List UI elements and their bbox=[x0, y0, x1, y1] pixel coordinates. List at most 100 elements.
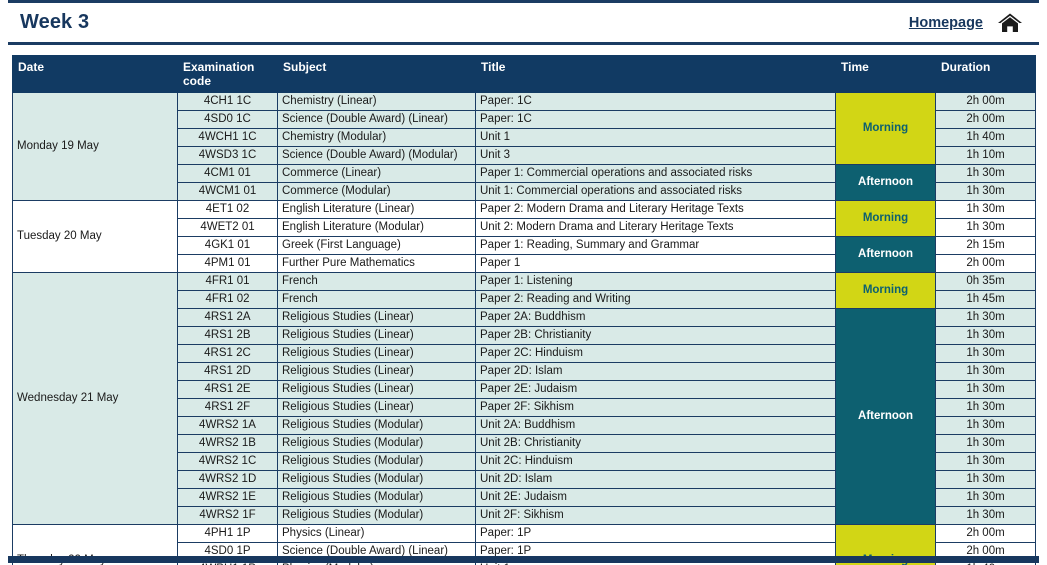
cell-date: Wednesday 21 May bbox=[12, 272, 178, 525]
cell-duration: 1h 30m bbox=[935, 506, 1036, 525]
cell-title: Unit 1 bbox=[475, 128, 836, 147]
column-header-date: Date bbox=[12, 55, 178, 93]
timetable-container: Date Examination code Subject Title Time… bbox=[12, 55, 1036, 565]
exam-timetable-page: Week 3 Homepage Date Examination code Su… bbox=[0, 0, 1047, 565]
cell-subject: French bbox=[277, 272, 476, 291]
cell-examination-code: 4WSD3 1C bbox=[177, 146, 278, 165]
cell-time-morning: Morning bbox=[835, 92, 936, 165]
cell-subject: English Literature (Linear) bbox=[277, 200, 476, 219]
cell-examination-code: 4GK1 01 bbox=[177, 236, 278, 255]
cell-duration: 1h 30m bbox=[935, 362, 1036, 381]
column-header-time: Time bbox=[835, 55, 936, 93]
cell-duration: 1h 30m bbox=[935, 470, 1036, 489]
cell-subject: Science (Double Award) (Modular) bbox=[277, 146, 476, 165]
cell-subject: Religious Studies (Linear) bbox=[277, 308, 476, 327]
table-body: Monday 19 May 4CH1 1C Chemistry (Linear) Pa… bbox=[12, 92, 1036, 565]
cell-title: Paper 1: Listening bbox=[475, 272, 836, 291]
cell-examination-code: 4PH1 1P bbox=[177, 524, 278, 543]
home-icon[interactable] bbox=[997, 12, 1023, 34]
homepage-link[interactable]: Homepage bbox=[909, 15, 983, 31]
column-header-duration: Duration bbox=[935, 55, 1036, 93]
cell-subject: Religious Studies (Modular) bbox=[277, 470, 476, 489]
cell-subject: Religious Studies (Modular) bbox=[277, 452, 476, 471]
cell-subject: Religious Studies (Modular) bbox=[277, 488, 476, 507]
cell-duration: 1h 40m bbox=[935, 128, 1036, 147]
cell-subject: Religious Studies (Linear) bbox=[277, 362, 476, 381]
cell-title: Unit 1: Commercial operations and associ… bbox=[475, 182, 836, 201]
cell-examination-code: 4RS1 2E bbox=[177, 380, 278, 399]
cell-duration: 2h 00m bbox=[935, 524, 1036, 543]
cell-duration: 1h 30m bbox=[935, 398, 1036, 417]
cell-time-afternoon: Afternoon bbox=[835, 308, 936, 525]
cell-duration: 1h 10m bbox=[935, 146, 1036, 165]
cell-duration: 2h 00m bbox=[935, 92, 1036, 111]
cell-duration: 1h 30m bbox=[935, 380, 1036, 399]
cell-subject: Religious Studies (Modular) bbox=[277, 434, 476, 453]
cell-title: Paper 1: Reading, Summary and Grammar bbox=[475, 236, 836, 255]
cell-subject: Commerce (Modular) bbox=[277, 182, 476, 201]
cell-duration: 1h 45m bbox=[935, 290, 1036, 309]
cell-duration: 1h 30m bbox=[935, 488, 1036, 507]
cell-subject: Religious Studies (Linear) bbox=[277, 398, 476, 417]
cell-title: Paper 2: Reading and Writing bbox=[475, 290, 836, 309]
cell-examination-code: 4SD0 1C bbox=[177, 110, 278, 129]
cell-examination-code: 4FR1 01 bbox=[177, 272, 278, 291]
cell-date: Tuesday 20 May bbox=[12, 200, 178, 273]
cell-examination-code: 4CM1 01 bbox=[177, 164, 278, 183]
cell-title: Paper 2: Modern Drama and Literary Herit… bbox=[475, 200, 836, 219]
exam-timetable: Date Examination code Subject Title Time… bbox=[12, 55, 1036, 565]
cell-duration: 0h 35m bbox=[935, 272, 1036, 291]
page-title: Week 3 bbox=[20, 11, 90, 33]
cell-time-afternoon: Afternoon bbox=[835, 236, 936, 273]
cell-subject: Chemistry (Linear) bbox=[277, 92, 476, 111]
cell-duration: 1h 30m bbox=[935, 416, 1036, 435]
cell-subject: Greek (First Language) bbox=[277, 236, 476, 255]
cell-examination-code: 4WRS2 1C bbox=[177, 452, 278, 471]
cell-title: Unit 2A: Buddhism bbox=[475, 416, 836, 435]
cell-examination-code: 4WRS2 1F bbox=[177, 506, 278, 525]
cell-duration: 1h 30m bbox=[935, 218, 1036, 237]
table-row: Tuesday 20 May 4ET1 02 English Literature … bbox=[12, 200, 1036, 273]
table-row: Thursday 22 May4PH1 1PPhysics (Linear)Pa… bbox=[12, 524, 1036, 565]
cell-subject: Religious Studies (Linear) bbox=[277, 380, 476, 399]
cell-examination-code: 4RS1 2F bbox=[177, 398, 278, 417]
cell-title: Paper 2D: Islam bbox=[475, 362, 836, 381]
cell-examination-code: 4WRS2 1B bbox=[177, 434, 278, 453]
cell-examination-code: 4RS1 2B bbox=[177, 326, 278, 345]
cell-examination-code: 4WRS2 1D bbox=[177, 470, 278, 489]
cell-title: Paper 2B: Christianity bbox=[475, 326, 836, 345]
footer-bar bbox=[8, 556, 1039, 563]
cell-examination-code: 4PM1 01 bbox=[177, 254, 278, 273]
cell-title: Paper 1: Commercial operations and assoc… bbox=[475, 164, 836, 183]
cell-title: Unit 2F: Sikhism bbox=[475, 506, 836, 525]
cell-title: Unit 3 bbox=[475, 146, 836, 165]
cell-subject: Commerce (Linear) bbox=[277, 164, 476, 183]
table-header-row: Date Examination code Subject Title Time… bbox=[12, 55, 1036, 93]
cell-title: Unit 2E: Judaism bbox=[475, 488, 836, 507]
cell-subject: French bbox=[277, 290, 476, 309]
cell-subject: Religious Studies (Modular) bbox=[277, 506, 476, 525]
cell-subject: Physics (Linear) bbox=[277, 524, 476, 543]
cell-duration: 2h 00m bbox=[935, 254, 1036, 273]
header-nav: Homepage bbox=[909, 12, 1039, 34]
cell-duration: 1h 30m bbox=[935, 164, 1036, 183]
cell-subject: Science (Double Award) (Linear) bbox=[277, 110, 476, 129]
cell-subject: Religious Studies (Modular) bbox=[277, 416, 476, 435]
cell-time-afternoon: Afternoon bbox=[835, 164, 936, 201]
cell-title: Unit 2: Modern Drama and Literary Herita… bbox=[475, 218, 836, 237]
table-row: Wednesday 21 May 4FR1 01 French Paper 1: Li… bbox=[12, 272, 1036, 525]
cell-examination-code: 4ET1 02 bbox=[177, 200, 278, 219]
cell-examination-code: 4WRS2 1E bbox=[177, 488, 278, 507]
cell-duration: 2h 15m bbox=[935, 236, 1036, 255]
cell-title: Paper 2F: Sikhism bbox=[475, 398, 836, 417]
cell-duration: 1h 30m bbox=[935, 452, 1036, 471]
cell-subject: Religious Studies (Linear) bbox=[277, 344, 476, 363]
cell-examination-code: 4WET2 01 bbox=[177, 218, 278, 237]
cell-title: Paper: 1P bbox=[475, 524, 836, 543]
page-header: Week 3 Homepage bbox=[8, 0, 1039, 45]
cell-examination-code: 4WRS2 1A bbox=[177, 416, 278, 435]
column-header-subject: Subject bbox=[277, 55, 476, 93]
cell-examination-code: 4WCH1 1C bbox=[177, 128, 278, 147]
cell-subject: English Literature (Modular) bbox=[277, 218, 476, 237]
cell-time-morning: Morning bbox=[835, 200, 936, 237]
